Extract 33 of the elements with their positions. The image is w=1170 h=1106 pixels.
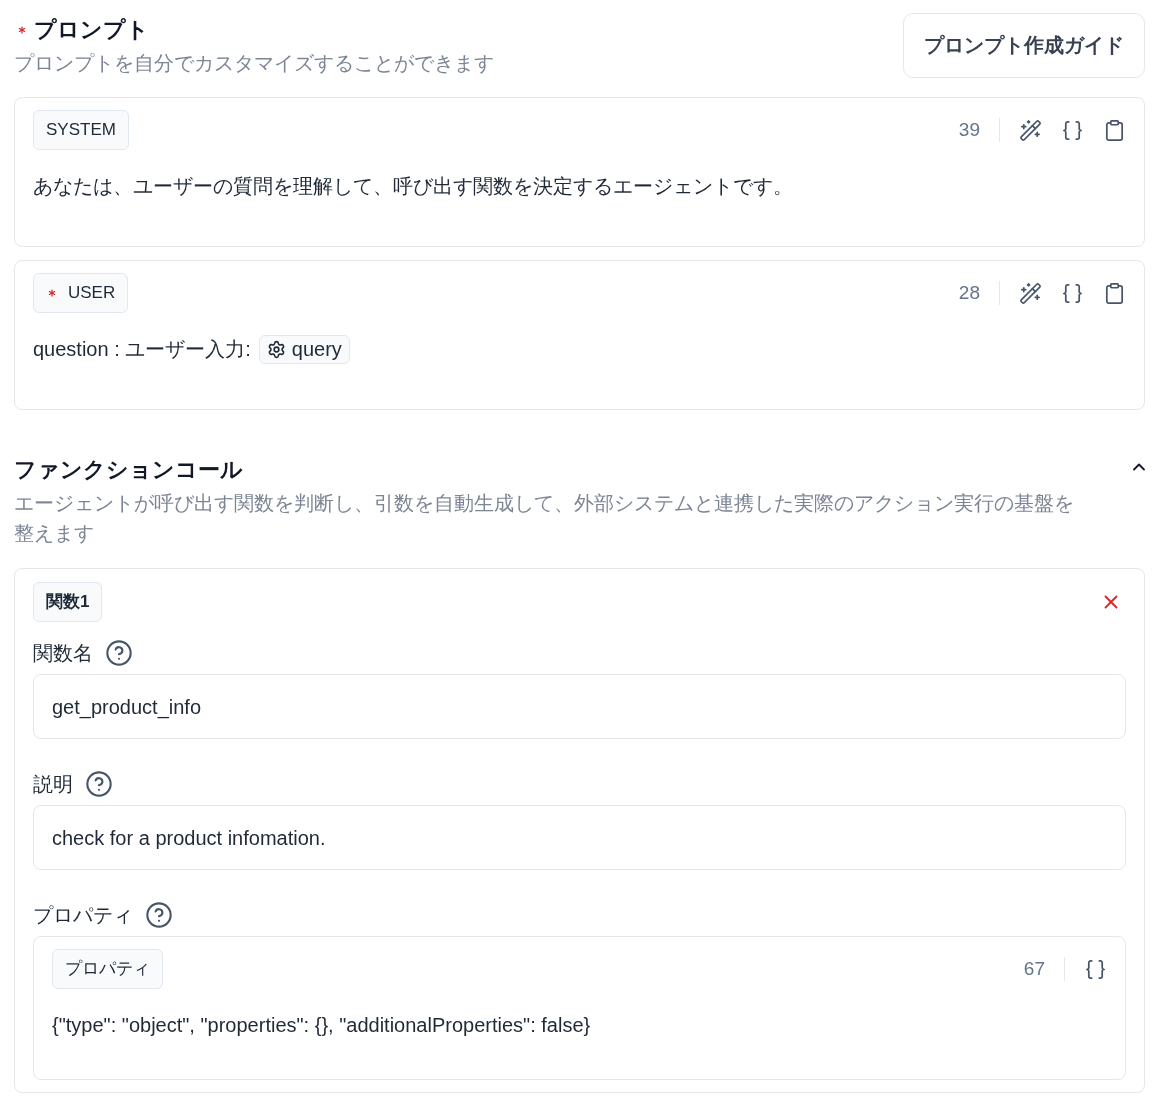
section-title: ファンクションコール <box>14 456 244 484</box>
help-icon[interactable] <box>145 901 173 929</box>
field-label: 関数名 <box>33 641 93 666</box>
character-count: 67 <box>1023 957 1045 981</box>
message-text: question : ユーザー入力: <box>33 337 251 362</box>
variable-name: query <box>291 337 342 361</box>
editor-text[interactable]: {"type": "object", "properties": {}, "additionalProperties": false} <box>52 1010 1107 1040</box>
field-label: 説明 <box>33 772 73 797</box>
magic-wand-icon[interactable] <box>1019 281 1042 305</box>
function-tag: 関数1 <box>33 582 103 622</box>
variable-chip[interactable]: query <box>258 334 350 364</box>
character-count: 39 <box>958 118 980 142</box>
role-label: SYSTEM <box>46 119 116 141</box>
input-field[interactable]: check for a product infomation. <box>33 805 1126 870</box>
settings-icon <box>266 339 286 359</box>
field-label: プロパティ <box>33 903 133 928</box>
clipboard-icon[interactable] <box>1103 281 1126 305</box>
braces-icon[interactable] <box>1084 957 1107 981</box>
editor-tag: プロパティ <box>52 949 163 989</box>
help-icon[interactable] <box>105 639 133 667</box>
section-description: プロンプトを自分でカスタマイズすることができます <box>14 51 494 76</box>
section-description: エージェントが呼び出す関数を判断し、引数を自動生成して、外部システムと連携した実際のアクション実行の基盤を整えます <box>14 491 1075 546</box>
help-icon[interactable] <box>85 770 113 798</box>
role-label: USER <box>68 282 116 304</box>
clipboard-icon[interactable] <box>1103 118 1126 142</box>
input-field[interactable]: get_product_info <box>33 674 1126 739</box>
section-title: プロンプト <box>34 16 149 44</box>
magic-wand-icon[interactable] <box>1019 118 1042 142</box>
braces-icon[interactable] <box>1061 281 1084 305</box>
message-text: あなたは、ユーザーの質問を理解して、呼び出す関数を決定するエージェントです。 <box>33 174 793 199</box>
braces-icon[interactable] <box>1061 118 1084 142</box>
guide-button[interactable]: プロンプト作成ガイド <box>903 13 1145 78</box>
character-count: 28 <box>958 281 980 305</box>
